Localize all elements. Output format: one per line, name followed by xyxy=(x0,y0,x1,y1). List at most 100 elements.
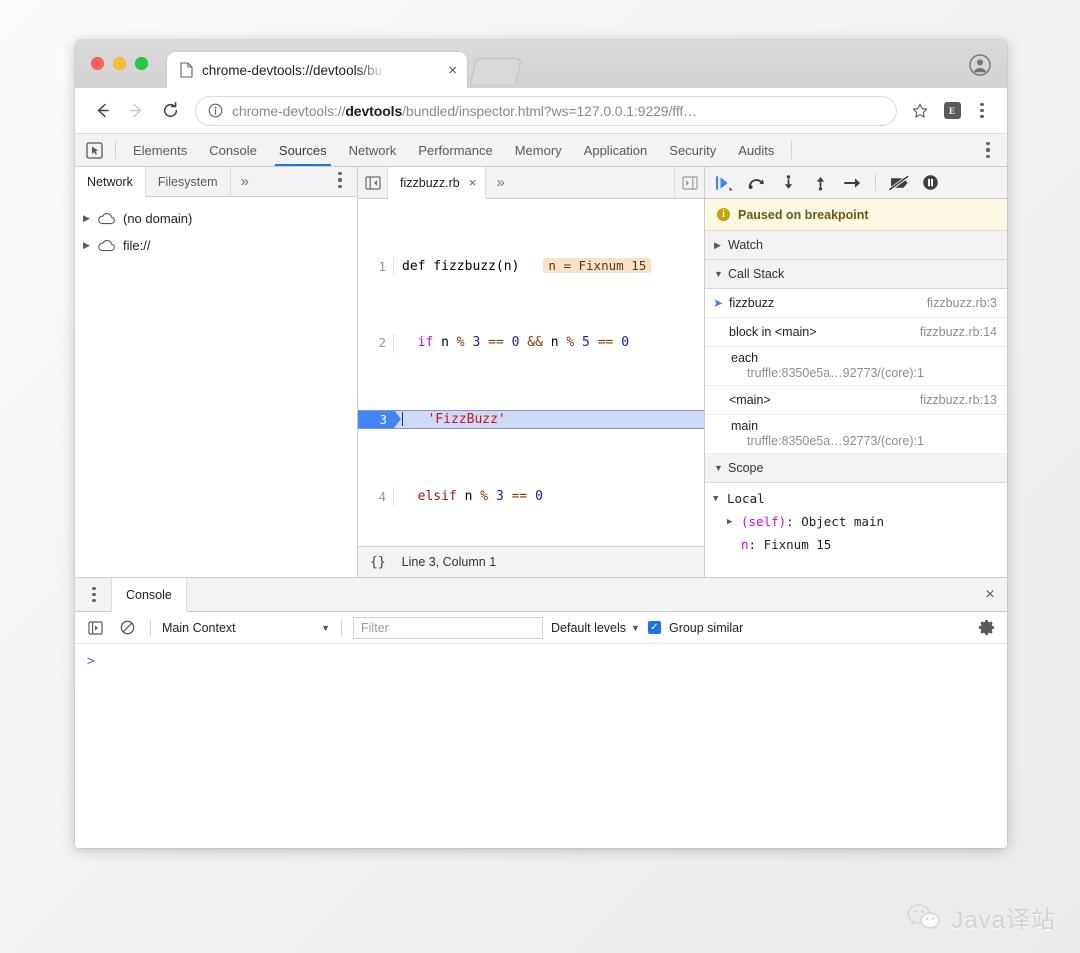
forward-button[interactable] xyxy=(121,96,151,126)
console-context-selector[interactable]: Main Context ▼ xyxy=(162,621,330,635)
console-filter-input[interactable]: Filter xyxy=(353,617,543,639)
scope-entry[interactable]: n : Fixnum 15 xyxy=(705,533,1007,556)
clear-console-icon[interactable] xyxy=(115,617,139,639)
call-stack-row[interactable]: block in <main> fizzbuzz.rb:14 xyxy=(705,318,1007,347)
call-stack-list: ➤ fizzbuzz fizzbuzz.rb:3 block in <main>… xyxy=(705,289,1007,454)
navigator-menu-button[interactable] xyxy=(327,167,353,193)
tab-application[interactable]: Application xyxy=(573,134,659,166)
maximize-window-button[interactable] xyxy=(135,57,148,70)
browser-tab-title: chrome-devtools://devtools/bu xyxy=(202,63,382,78)
navigator-pane: Network Filesystem » ▶ (no domain) ▶ xyxy=(75,167,358,577)
tree-item-label: (no domain) xyxy=(123,211,192,226)
tab-console[interactable]: Console xyxy=(198,134,268,166)
step-into-button[interactable] xyxy=(775,170,802,196)
group-similar-checkbox[interactable]: ✓ xyxy=(648,621,661,634)
info-icon[interactable] xyxy=(208,103,223,118)
line-number[interactable]: 2 xyxy=(358,333,394,352)
chevron-down-icon[interactable]: ▼ xyxy=(631,623,640,633)
tab-audits[interactable]: Audits xyxy=(727,134,785,166)
back-button[interactable] xyxy=(87,96,117,126)
address-bar[interactable]: chrome-devtools://devtools/bundled/inspe… xyxy=(195,96,897,126)
code-line[interactable]: 1 def fizzbuzz(n)n = Fixnum 15 xyxy=(358,257,704,276)
tab-network[interactable]: Network xyxy=(338,134,408,166)
expand-triangle-icon[interactable]: ▶ xyxy=(83,213,97,224)
tab-elements[interactable]: Elements xyxy=(122,134,198,166)
navigator-tab-network[interactable]: Network xyxy=(75,167,146,197)
close-tab-button[interactable]: × xyxy=(438,63,457,78)
reload-button[interactable] xyxy=(155,96,185,126)
call-stack-row[interactable]: <main> fizzbuzz.rb:13 xyxy=(705,386,1007,415)
browser-menu-button[interactable] xyxy=(969,98,995,124)
show-navigator-button[interactable] xyxy=(358,167,388,198)
minimize-window-button[interactable] xyxy=(113,57,126,70)
call-stack-section-header[interactable]: ▼ Call Stack xyxy=(705,260,1007,289)
console-sidebar-icon[interactable] xyxy=(83,617,107,639)
line-number-breakpoint[interactable]: 3 xyxy=(358,410,394,429)
code-editor[interactable]: 1 def fizzbuzz(n)n = Fixnum 15 2 if n % … xyxy=(358,199,704,546)
step-out-button[interactable] xyxy=(807,170,834,196)
source-editor-pane: fizzbuzz.rb × » 1 def fizzbuzz(n)n = Fix… xyxy=(358,167,705,577)
navigator-more-tabs-button[interactable]: » xyxy=(231,167,259,196)
inline-value-hint: n = Fixnum 15 xyxy=(543,258,651,273)
call-stack-row[interactable]: main truffle:8350e5a…92773/(core):1 xyxy=(705,415,1007,454)
pause-on-exceptions-button[interactable] xyxy=(917,170,944,196)
line-content: if n % 3 == 0 && n % 5 == 0 xyxy=(394,333,704,352)
cloud-icon xyxy=(97,212,117,226)
console-log-levels-selector[interactable]: Default levels ▼ xyxy=(551,621,640,635)
navigator-tab-filesystem[interactable]: Filesystem xyxy=(146,167,231,196)
tab-security[interactable]: Security xyxy=(658,134,727,166)
step-over-button[interactable] xyxy=(743,170,770,196)
devtools-panel: Elements Console Sources Network Perform… xyxy=(75,134,1007,848)
code-line[interactable]: 4 elsif n % 3 == 0 xyxy=(358,487,704,506)
step-button[interactable] xyxy=(839,170,866,196)
bookmark-star-icon[interactable] xyxy=(907,98,933,124)
pretty-print-button[interactable]: {} xyxy=(370,555,386,570)
console-prompt[interactable]: > xyxy=(75,654,1007,669)
tree-item-file-protocol[interactable]: ▶ file:// xyxy=(75,232,357,259)
gear-icon[interactable] xyxy=(973,619,999,636)
call-stack-row[interactable]: each truffle:8350e5a…92773/(core):1 xyxy=(705,347,1007,386)
resume-script-execution-button[interactable] xyxy=(711,170,738,196)
scope-section-label: Scope xyxy=(728,461,763,475)
collapse-triangle-icon[interactable]: ▼ xyxy=(714,269,728,279)
collapse-triangle-icon[interactable]: ▶ xyxy=(714,240,728,251)
code-line-paused[interactable]: 3 'FizzBuzz' xyxy=(358,410,704,429)
inspect-element-icon[interactable] xyxy=(79,138,109,162)
tree-item-no-domain[interactable]: ▶ (no domain) xyxy=(75,205,357,232)
call-stack-frame-name: main xyxy=(731,419,758,433)
devtools-more-menu-button[interactable] xyxy=(975,137,1001,163)
tab-memory[interactable]: Memory xyxy=(504,134,573,166)
new-tab-ghost[interactable] xyxy=(470,58,522,84)
code-line[interactable]: 2 if n % 3 == 0 && n % 5 == 0 xyxy=(358,333,704,352)
drawer-menu-button[interactable] xyxy=(81,582,107,608)
scope-entry[interactable]: ▶ (self) : Object main xyxy=(705,510,1007,533)
debugger-toolbar xyxy=(705,167,1007,199)
source-more-tabs-button[interactable]: » xyxy=(486,167,514,198)
tab-performance[interactable]: Performance xyxy=(407,134,503,166)
close-drawer-button[interactable]: × xyxy=(973,578,1007,611)
close-file-tab-button[interactable]: × xyxy=(469,175,477,190)
console-output[interactable]: > xyxy=(75,644,1007,848)
expand-triangle-icon[interactable]: ▶ xyxy=(727,517,741,527)
expand-triangle-icon[interactable]: ▶ xyxy=(83,240,97,251)
collapse-triangle-icon[interactable]: ▼ xyxy=(714,463,728,473)
browser-tab[interactable]: chrome-devtools://devtools/bu × xyxy=(167,52,467,88)
extension-icon[interactable]: E xyxy=(939,98,965,124)
source-file-tab[interactable]: fizzbuzz.rb × xyxy=(388,167,486,199)
drawer-tab-console[interactable]: Console xyxy=(111,578,187,612)
call-stack-row[interactable]: ➤ fizzbuzz fizzbuzz.rb:3 xyxy=(705,289,1007,318)
chevron-down-icon[interactable]: ▼ xyxy=(321,623,330,633)
watch-section-header[interactable]: ▶ Watch xyxy=(705,231,1007,260)
close-window-button[interactable] xyxy=(91,57,104,70)
line-number[interactable]: 4 xyxy=(358,487,394,506)
scope-group-local[interactable]: ▼ Local xyxy=(705,487,1007,510)
console-drawer: Console × Main Context ▼ Filter xyxy=(75,578,1007,848)
scope-section-header[interactable]: ▼ Scope xyxy=(705,454,1007,483)
devtools-tab-bar: Elements Console Sources Network Perform… xyxy=(75,134,1007,167)
collapse-triangle-icon[interactable]: ▼ xyxy=(713,494,727,504)
line-number[interactable]: 1 xyxy=(358,257,394,276)
account-circle-icon[interactable] xyxy=(967,52,993,78)
show-debugger-button[interactable] xyxy=(674,167,704,198)
deactivate-breakpoints-button[interactable] xyxy=(885,170,912,196)
tab-sources[interactable]: Sources xyxy=(268,134,338,166)
